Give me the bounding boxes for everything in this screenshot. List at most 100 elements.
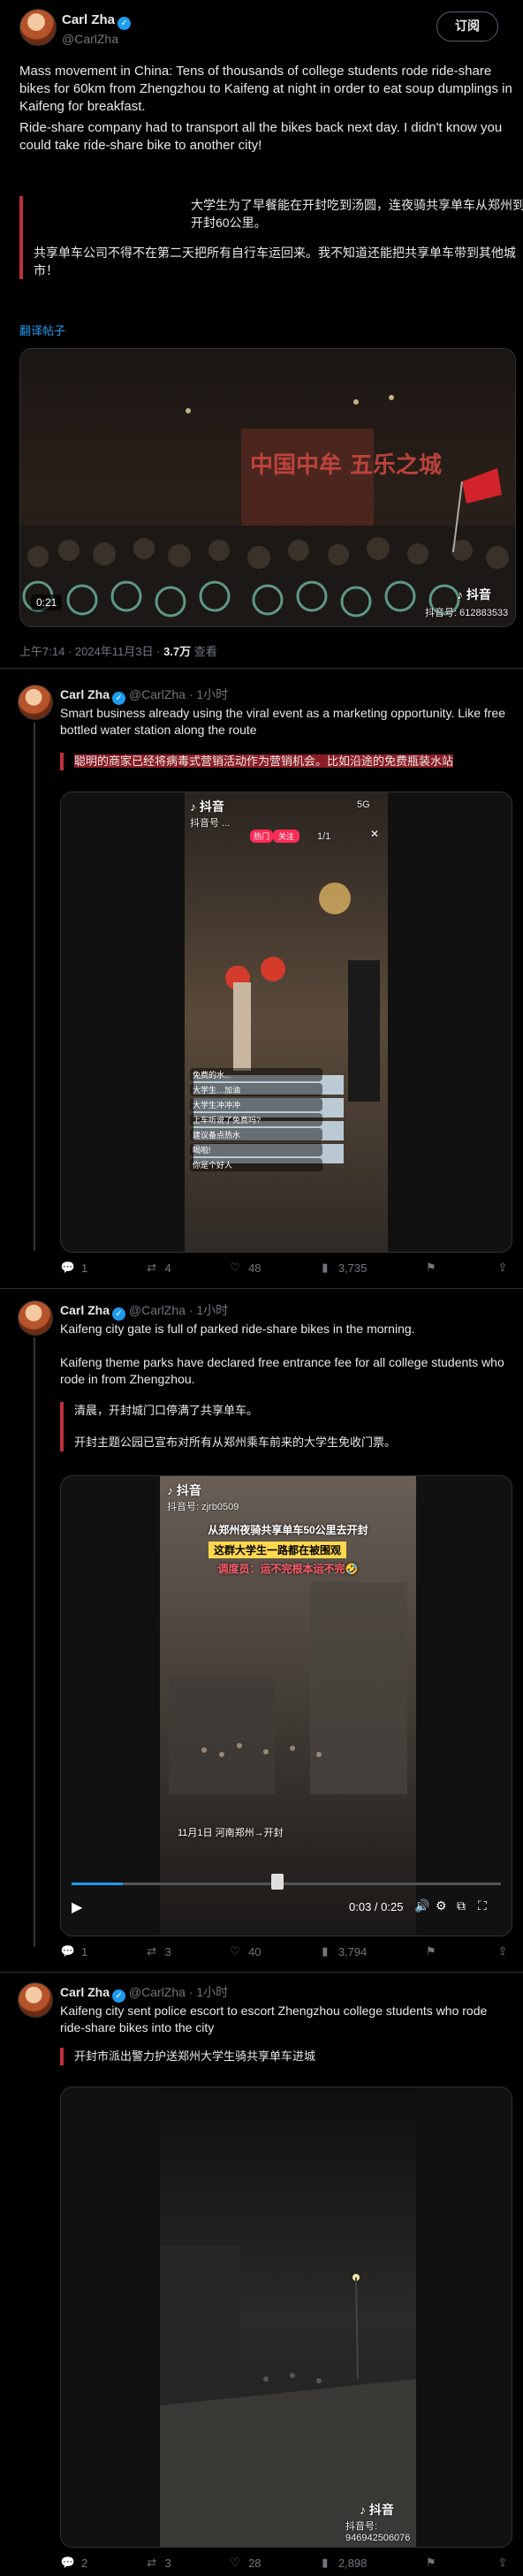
reply-3-actions: 💬 2 ⇄ 3 ♡ 28 ▮ 2,898 ⚑ ⇪ [60, 2555, 511, 2571]
reply-2-actions: 💬 1 ⇄ 3 ♡ 40 ▮ 3,794 ⚑ ⇪ [60, 1943, 511, 1959]
subscribe-button[interactable]: 订阅 [436, 11, 498, 42]
bookmark-icon: ⚑ [425, 2556, 436, 2569]
verified-badge-icon: ✓ [112, 1307, 126, 1321]
reply-3-handle[interactable]: @CarlZha [129, 1985, 186, 1999]
reply-2-quote-line-1: 清晨，开封城门口停满了共享单车。 [74, 1404, 259, 1417]
share-icon: ⇪ [497, 1261, 508, 1274]
reply-2-time[interactable]: · 1小时 [189, 1303, 228, 1317]
author-handle[interactable]: @CarlZha [62, 32, 131, 46]
bookmark-button[interactable]: ⚑ [423, 1260, 439, 1276]
progress-thumb[interactable] [271, 1874, 284, 1890]
views-button[interactable]: ▮ 3,735 [317, 1260, 367, 1276]
retweet-icon: ⇄ [147, 1944, 156, 1958]
main-video[interactable]: 中国中牟 五乐之城 0:21 ♪ 抖音 抖音号: 612883533 [19, 348, 516, 627]
reply-2-author[interactable]: Carl Zha [60, 1303, 110, 1317]
tweet-text-paragraph-1: Mass movement in China: Tens of thousand… [19, 64, 512, 114]
reply-button[interactable]: 💬 1 [60, 1943, 87, 1959]
tweet-meta: 上午7:14 · 2024年11月3日 · 3.7万 查看 [19, 645, 217, 658]
follow-button[interactable]: 关注 [273, 830, 300, 843]
reply-3-quote: 开封市派出警力护送郑州大学生骑共享单车进城 [60, 2048, 516, 2065]
heart-icon: ♡ [230, 2556, 240, 2569]
reply-3-avatar[interactable] [18, 1982, 53, 2018]
reply-icon: 💬 [60, 1261, 76, 1274]
reply-3-author[interactable]: Carl Zha [60, 1985, 110, 1999]
retweet-button[interactable]: ⇄ 3 [144, 1943, 171, 1959]
tiktok-id: 抖音号: 946942506076 [345, 2521, 411, 2543]
like-button[interactable]: ♡ 48 [227, 1260, 261, 1276]
author-name[interactable]: Carl Zha [62, 12, 115, 27]
comment: 你是个好人 [190, 1158, 322, 1171]
headline-2: 这群大学生一路都在被围观 [208, 1542, 347, 1558]
reply-3-time[interactable]: · 1小时 [189, 1985, 228, 1999]
reply-2-text-1: Kaifeng city gate is full of parked ride… [60, 1322, 415, 1336]
share-button[interactable]: ⇪ [495, 1260, 511, 1276]
comment: 大学生冲冲冲 [190, 1098, 322, 1111]
progress-fill [72, 1883, 124, 1885]
retweet-button[interactable]: ⇄ 3 [144, 2555, 171, 2571]
bookmark-button[interactable]: ⚑ [423, 2555, 439, 2571]
reply-3-video-frame: ♪ 抖音 抖音号: 946942506076 [160, 2087, 416, 2547]
comment: 上车听说了免费吗? [190, 1113, 322, 1126]
reply-2-video-frame: ♪ 抖音 抖音号: zjrb0509 从郑州夜骑共享单车50公里去开封 这群大学… [160, 1476, 416, 1936]
reply-2-avatar[interactable] [18, 1300, 53, 1336]
reply-2-video[interactable]: ♪ 抖音 抖音号: zjrb0509 从郑州夜骑共享单车50公里去开封 这群大学… [60, 1475, 512, 1936]
settings-icon[interactable]: ⚙ [436, 1898, 447, 1913]
views-button[interactable]: ▮ 3,794 [317, 1943, 367, 1959]
comment: 建议备点热水 [190, 1128, 322, 1141]
translate-post-link[interactable]: 翻译帖子 [19, 322, 65, 338]
reply-button[interactable]: 💬 1 [60, 1260, 87, 1276]
reply-2-handle[interactable]: @CarlZha [129, 1303, 186, 1317]
reply-icon: 💬 [60, 2556, 76, 2569]
retweet-button[interactable]: ⇄ 4 [144, 1260, 171, 1276]
reply-1-scene [185, 792, 388, 1252]
quote-line-1: 大学生为了早餐能在开封吃到汤圆，连夜骑共享单车从郑州到开封60公里。 [191, 198, 523, 230]
bookmark-icon: ⚑ [425, 1944, 436, 1958]
tiktok-logo: ♪ 抖音 [360, 2503, 394, 2517]
close-icon[interactable]: ✕ [370, 828, 379, 840]
volume-icon[interactable]: 🔊 [414, 1898, 429, 1913]
reply-1-avatar[interactable] [18, 685, 53, 720]
video-duration-badge: 0:21 [31, 595, 63, 610]
tweet-timestamp[interactable]: 上午7:14 · 2024年11月3日 · [19, 645, 163, 658]
reply-icon: 💬 [60, 1944, 76, 1958]
reply-1-quote-text: 聪明的商家已经将病毒式营销活动作为营销机会。比如沿途的免费瓶装水站 [74, 754, 454, 768]
status-signal: 5G [357, 799, 370, 810]
quote-line-2: 共享单车公司不得不在第二天把所有自行车运回来。我不知道还能把共享单车带到其他城市… [34, 246, 516, 277]
views-icon: ▮ [322, 2556, 329, 2569]
fullscreen-icon[interactable]: ⛶ [478, 1898, 487, 1913]
tweet-text-paragraph-2: Ride-share company had to transport all … [19, 120, 503, 153]
views-icon: ▮ [322, 1261, 329, 1274]
reply-3-text: Kaifeng city sent police escort to escor… [60, 2004, 488, 2034]
gate-sign-text: 中国中牟 五乐之城 [250, 451, 442, 479]
reply-1-video[interactable]: ♪ 抖音 抖音号 ... 热门 关注 1/1 ✕ 5G 免费的水... 大学生…… [60, 792, 512, 1253]
reply-button[interactable]: 💬 2 [60, 2555, 87, 2571]
reply-2-quote-line-2: 开封主题公园已宣布对所有从郑州乘车前来的大学生免收门票。 [74, 1436, 397, 1449]
views-button[interactable]: ▮ 2,898 [317, 2555, 367, 2571]
reply-3-video[interactable]: ♪ 抖音 抖音号: 946942506076 [60, 2087, 512, 2548]
thread-line [34, 723, 35, 1251]
divider [0, 1972, 523, 1973]
share-button[interactable]: ⇪ [495, 1943, 511, 1959]
share-button[interactable]: ⇪ [495, 2555, 511, 2571]
like-button[interactable]: ♡ 40 [227, 1943, 261, 1959]
reply-1-handle[interactable]: @CarlZha [129, 687, 186, 701]
views-icon: ▮ [322, 1944, 329, 1958]
retweet-icon: ⇄ [147, 1261, 156, 1274]
reply-3-scene [160, 2087, 416, 2547]
progress-bar[interactable] [72, 1883, 501, 1885]
heart-icon: ♡ [230, 1261, 240, 1274]
divider [0, 668, 523, 669]
reply-2-header: Carl Zha ✓ @CarlZha · 1小时 [60, 1301, 228, 1321]
like-button[interactable]: ♡ 28 [227, 2555, 261, 2571]
comment: 大学生…加油 [190, 1083, 322, 1096]
hot-badge: 热门 [250, 830, 274, 843]
reply-1-time[interactable]: · 1小时 [189, 687, 228, 701]
play-button[interactable]: ▶ [72, 1898, 82, 1916]
reply-1-author[interactable]: Carl Zha [60, 687, 110, 701]
share-icon: ⇪ [497, 1944, 508, 1958]
verified-badge-icon: ✓ [112, 692, 126, 705]
pip-icon[interactable]: ⧉ [457, 1898, 466, 1913]
author-avatar[interactable] [19, 9, 57, 46]
bookmark-button[interactable]: ⚑ [423, 1943, 439, 1959]
reply-1-text: Smart business already using the viral e… [60, 706, 505, 737]
